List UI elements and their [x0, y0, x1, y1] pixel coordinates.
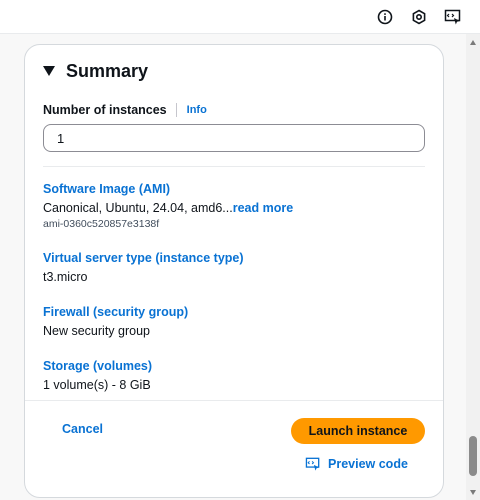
instance-type-value: t3.micro: [43, 270, 88, 284]
top-toolbar: [0, 0, 480, 34]
firewall-section: Firewall (security group) New security g…: [43, 303, 423, 339]
instance-type-section: Virtual server type (instance type) t3.m…: [43, 249, 423, 285]
scroll-up-arrow-icon[interactable]: [470, 40, 476, 45]
firewall-value: New security group: [43, 324, 150, 338]
caret-down-icon: [43, 66, 55, 76]
instances-input[interactable]: [43, 124, 425, 152]
info-link[interactable]: Info: [187, 104, 207, 116]
ami-section: Software Image (AMI) Canonical, Ubuntu, …: [43, 180, 423, 231]
storage-value: 1 volume(s) - 8 GiB: [43, 378, 151, 392]
ami-link[interactable]: Software Image (AMI): [43, 181, 170, 197]
footer-divider: [25, 400, 443, 401]
scroll-down-arrow-icon[interactable]: [470, 490, 476, 495]
storage-link[interactable]: Storage (volumes): [43, 358, 152, 374]
settings-hexagon-icon[interactable]: [409, 7, 429, 27]
summary-title: Summary: [66, 60, 149, 81]
ami-id: ami-0360c520857e3138f: [43, 218, 160, 230]
vertical-scrollbar[interactable]: [466, 34, 480, 500]
firewall-link[interactable]: Firewall (security group): [43, 304, 188, 320]
section-divider: [43, 166, 425, 167]
summary-panel: Summary Number of instances Info Softwar…: [24, 44, 444, 498]
ami-description: Canonical, Ubuntu, 24.04, amd6...: [43, 201, 233, 215]
preview-code-icon: [305, 457, 320, 471]
instances-label: Number of instances: [43, 103, 167, 117]
scrollbar-thumb[interactable]: [469, 436, 477, 476]
storage-section: Storage (volumes) 1 volume(s) - 8 GiB: [43, 357, 423, 393]
ami-value: Canonical, Ubuntu, 24.04, amd6...read mo…: [43, 200, 423, 216]
instances-label-row: Number of instances Info: [43, 103, 207, 117]
info-circle-icon[interactable]: [375, 7, 395, 27]
instance-type-link[interactable]: Virtual server type (instance type): [43, 250, 244, 266]
launch-instance-button[interactable]: Launch instance: [291, 418, 425, 444]
preview-code-link[interactable]: Preview code: [305, 457, 408, 471]
read-more-link[interactable]: read more: [233, 201, 293, 215]
summary-toggle[interactable]: Summary: [43, 59, 148, 83]
label-divider: [175, 103, 177, 117]
preview-code-label: Preview code: [328, 457, 408, 471]
main-content: Summary Number of instances Info Softwar…: [0, 34, 466, 500]
preview-code-icon[interactable]: [443, 7, 463, 27]
cancel-button[interactable]: Cancel: [62, 422, 103, 436]
